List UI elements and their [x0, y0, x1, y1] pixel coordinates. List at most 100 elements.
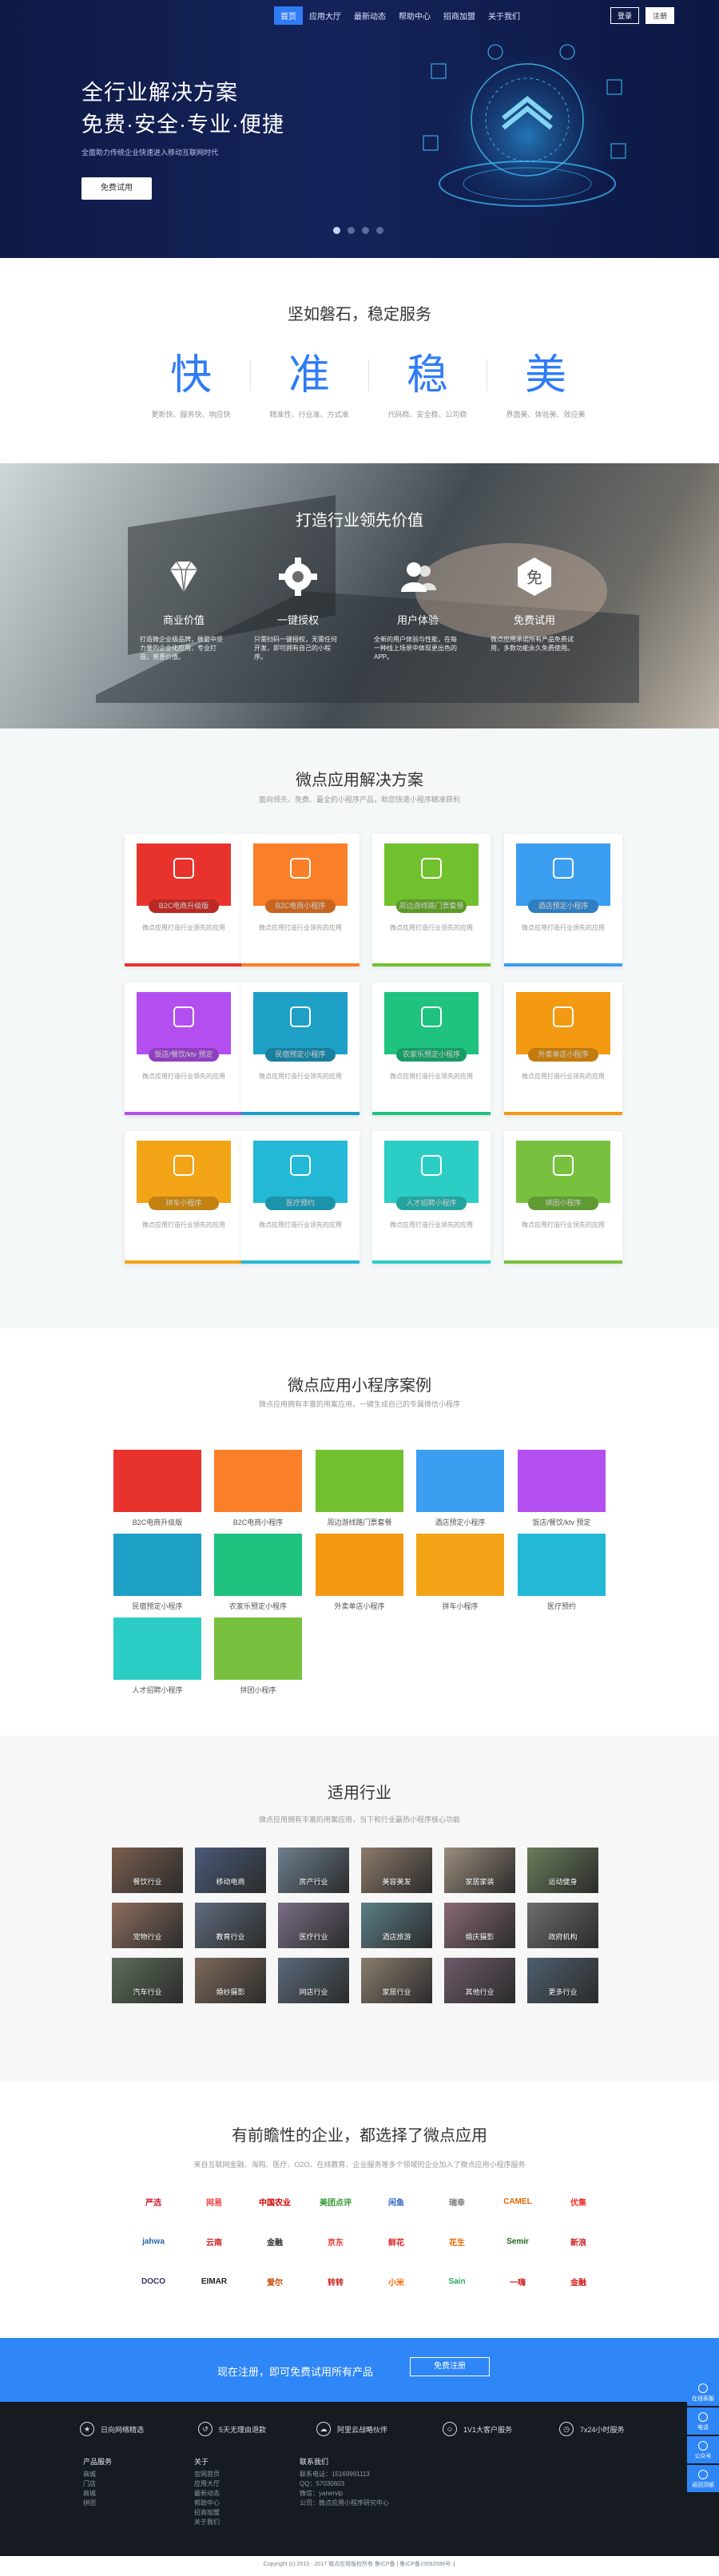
footer-feature: ☺ 1V1大客户服务	[443, 2422, 512, 2436]
carousel-dot[interactable]	[362, 227, 369, 234]
industry-tile[interactable]: 美容美发	[361, 1848, 432, 1893]
case-card[interactable]: 拼车小程序	[416, 1534, 504, 1613]
client-logo: 闲鱼	[388, 2198, 404, 2208]
industry-tile[interactable]: 家居行业	[361, 1958, 432, 2003]
user-icon: ☺	[443, 2422, 457, 2436]
footer-link[interactable]: 商城	[83, 2489, 112, 2499]
carousel-dot[interactable]	[376, 227, 383, 234]
industry-tile[interactable]: 宠物行业	[112, 1903, 183, 1948]
industry-tile[interactable]: 婚庆摄影	[444, 1903, 515, 1948]
industry-tile[interactable]: 移动电商	[195, 1848, 266, 1893]
case-image	[316, 1534, 403, 1596]
industry-tile[interactable]: 网店行业	[278, 1958, 349, 2003]
case-card[interactable]: 农家乐预定小程序	[214, 1534, 302, 1613]
nav-help[interactable]: 帮助中心	[392, 6, 437, 25]
solution-card[interactable]: 拼团小程序 微点应用打造行业领先的应用	[504, 1131, 622, 1264]
solution-card[interactable]: B2C电商小程序 微点应用打造行业领先的应用	[241, 834, 360, 966]
case-card[interactable]: 外卖单店小程序	[316, 1534, 403, 1613]
footer-link[interactable]: 招商加盟	[194, 2508, 220, 2518]
solution-card[interactable]: B2C电商升级版 微点应用打造行业领先的应用	[125, 834, 243, 966]
footer-link[interactable]: 官网首页	[194, 2470, 220, 2479]
footer-link[interactable]: 门店	[83, 2479, 112, 2489]
solution-card[interactable]: 拼车小程序 微点应用打造行业领先的应用	[125, 1131, 243, 1264]
client-logo: 鲜花	[388, 2238, 404, 2248]
footer-link[interactable]: 拼团	[83, 2499, 112, 2508]
footer-link[interactable]: 帮助中心	[194, 2499, 220, 2508]
case-card[interactable]: 拼团小程序	[214, 1617, 302, 1697]
nav-home[interactable]: 首页	[274, 6, 303, 25]
industry-label: 婚纱摄影	[216, 1988, 245, 1996]
case-card[interactable]: B2C电商小程序	[214, 1450, 302, 1530]
industry-tile[interactable]: 政府机构	[527, 1903, 598, 1948]
case-image	[214, 1534, 302, 1596]
industry-label: 家居行业	[382, 1988, 411, 1996]
case-card[interactable]: 酒店预定小程序	[416, 1450, 504, 1530]
solution-card[interactable]: 饭店/餐饮/ktv 预定 微点应用打造行业领先的应用	[125, 982, 243, 1115]
industry-tile[interactable]: 运动健身	[527, 1848, 598, 1893]
solution-card[interactable]: 周边游线路门票套餐 微点应用打造行业领先的应用	[372, 834, 491, 966]
feature-label: 5天无理由退款	[219, 2425, 267, 2434]
nav-franchise[interactable]: 招商加盟	[437, 6, 482, 25]
solution-image	[253, 1141, 348, 1203]
login-button[interactable]: 登录	[610, 7, 639, 24]
free-badge-icon: 免	[518, 558, 551, 596]
industry-tile[interactable]: 家居家装	[444, 1848, 515, 1893]
carousel-dot[interactable]	[348, 227, 355, 234]
case-card[interactable]: 饭店/餐饮/ktv 预定	[518, 1450, 606, 1530]
industry-tile[interactable]: 餐饮行业	[112, 1848, 183, 1893]
solution-card[interactable]: 外卖单店小程序 微点应用打造行业领先的应用	[504, 982, 622, 1115]
feature-desc: 代码稳、安全稳、公司稳	[387, 411, 467, 419]
case-card[interactable]: 民宿预定小程序	[113, 1534, 201, 1613]
free-trial-button[interactable]: 免费试用	[81, 177, 152, 200]
industry-tile[interactable]: 酒店旅游	[361, 1903, 432, 1948]
solution-card[interactable]: 农家乐预定小程序 微点应用打造行业领先的应用	[372, 982, 491, 1115]
client-logo: 金融	[570, 2278, 586, 2288]
industry-tile[interactable]: 医疗行业	[278, 1903, 349, 1948]
online-service-button[interactable]: 在线客服	[687, 2379, 719, 2406]
footer-link[interactable]: 最新动态	[194, 2489, 220, 2499]
footer-feature: ◷ 7x24小时服务	[559, 2422, 625, 2436]
nav-about[interactable]: 关于我们	[482, 6, 526, 25]
case-card[interactable]: B2C电商升级版	[113, 1450, 201, 1530]
back-to-top-button[interactable]: 返回顶部	[687, 2465, 719, 2492]
section-subtitle: 微点应用拥有丰富的用案应用，一键生成自己的专属微信小程序	[258, 1400, 460, 1408]
solution-image	[137, 843, 231, 906]
value-title: 商业价值	[162, 614, 205, 626]
industry-tile[interactable]: 教育行业	[195, 1903, 266, 1948]
footer-link[interactable]: 应用大厅	[194, 2479, 220, 2489]
industry-tile[interactable]: 其他行业	[444, 1958, 515, 2003]
feature-label: 日向网络精选	[101, 2425, 145, 2434]
carousel-dot[interactable]	[333, 227, 340, 234]
solution-image	[137, 992, 231, 1054]
phone-button[interactable]: 电话	[687, 2407, 719, 2435]
solution-card[interactable]: 酒店预定小程序 微点应用打造行业领先的应用	[504, 834, 622, 966]
client-logo: 美团点评	[320, 2198, 352, 2208]
solution-card[interactable]: 医疗预约 微点应用打造行业领先的应用	[241, 1131, 360, 1264]
register-button[interactable]: 注册	[645, 7, 674, 24]
industry-tile[interactable]: 更多行业	[527, 1958, 598, 2003]
client-logo: 花生	[449, 2238, 465, 2248]
feature-desc: 界面美、体验美、效应美	[506, 411, 586, 419]
value-desc: 全新的用户体验与性能，在每一种线上场景中体现更出色的APP。	[374, 636, 457, 661]
solution-card[interactable]: 人才招聘小程序 微点应用打造行业领先的应用	[372, 1131, 491, 1264]
value-desc: 只需扫码一键授权，无需任何开发，即可拥有自己的小程序。	[254, 636, 337, 661]
solution-card[interactable]: 民宿预定小程序 微点应用打造行业领先的应用	[241, 982, 360, 1115]
case-card[interactable]: 周边游线路门票套餐	[316, 1450, 403, 1530]
solution-label: 人才招聘小程序	[396, 1197, 467, 1210]
solution-desc: 微点应用打造行业领先的应用	[259, 924, 342, 931]
tech-illustration-icon	[423, 40, 626, 232]
wechat-button[interactable]: 公众号	[687, 2436, 719, 2463]
case-card[interactable]: 医疗预约	[518, 1534, 606, 1613]
accent-bar	[504, 963, 622, 966]
nav-app-hall[interactable]: 应用大厅	[303, 6, 348, 25]
free-register-button[interactable]: 免费注册	[410, 2357, 490, 2376]
industry-tile[interactable]: 汽车行业	[112, 1958, 183, 2003]
client-logo: CAMEL	[503, 2197, 532, 2206]
footer-link[interactable]: 关于我们	[194, 2518, 220, 2527]
case-card[interactable]: 人才招聘小程序	[113, 1617, 201, 1697]
nav-news[interactable]: 最新动态	[348, 6, 392, 25]
industry-label: 政府机构	[548, 1933, 578, 1941]
footer-link[interactable]: 商城	[83, 2470, 112, 2479]
industry-tile[interactable]: 婚纱摄影	[195, 1958, 266, 2003]
industry-tile[interactable]: 房产行业	[278, 1848, 349, 1893]
